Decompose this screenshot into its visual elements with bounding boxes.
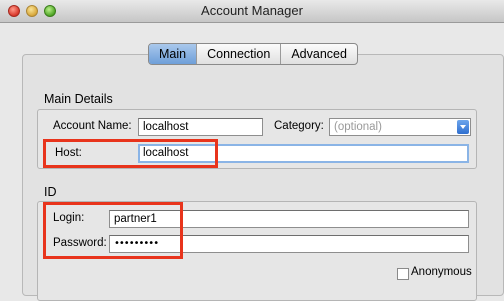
account-name-label: Account Name:	[53, 120, 132, 132]
minimize-window-button[interactable]	[26, 5, 38, 17]
anonymous-checkbox[interactable]	[397, 268, 409, 280]
tab-bar: Main Connection Advanced	[148, 43, 358, 65]
login-highlight-box	[43, 202, 183, 259]
category-label: Category:	[274, 120, 324, 132]
category-placeholder: (optional)	[334, 121, 382, 133]
title-bar: Account Manager	[0, 0, 504, 23]
tab-connection[interactable]: Connection	[197, 44, 282, 64]
zoom-window-button[interactable]	[44, 5, 56, 17]
window-title: Account Manager	[201, 3, 303, 18]
account-name-field[interactable]: localhost	[138, 118, 263, 136]
chevron-down-icon	[457, 120, 469, 134]
tab-advanced[interactable]: Advanced	[281, 44, 357, 64]
main-details-title: Main Details	[44, 92, 113, 106]
tab-main[interactable]: Main	[149, 44, 198, 64]
close-window-button[interactable]	[8, 5, 20, 17]
category-select[interactable]: (optional)	[329, 118, 471, 136]
id-section-title: ID	[44, 185, 57, 199]
window-content: Main Connection Advanced Main Details Ac…	[0, 23, 504, 301]
host-highlight-box	[43, 139, 218, 168]
anonymous-label[interactable]: Anonymous	[411, 266, 472, 278]
